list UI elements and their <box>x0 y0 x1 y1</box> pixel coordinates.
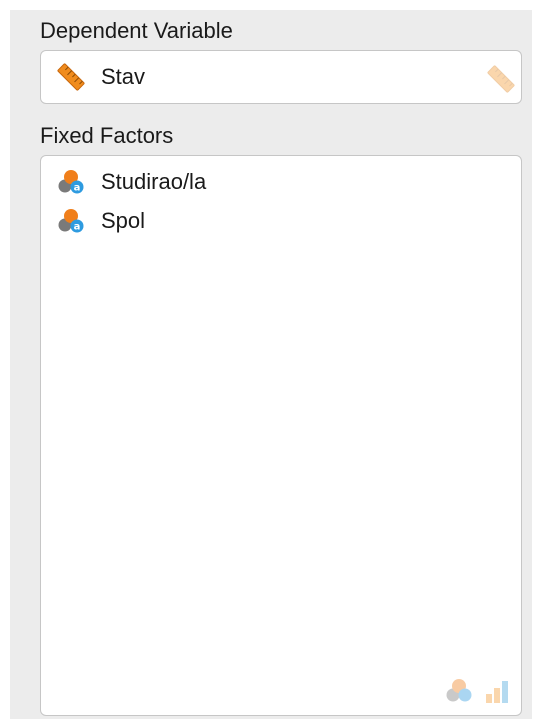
svg-text:a: a <box>74 183 81 194</box>
fixed-factors-box[interactable]: a Studirao/la a Spol <box>40 155 522 716</box>
dependent-variable-name: Stav <box>101 64 146 89</box>
nominal-text-icon: a <box>58 170 84 194</box>
ruler-icon <box>57 63 85 91</box>
ordinal-icon <box>486 681 508 703</box>
fixed-factors-label: Fixed Factors <box>40 123 174 148</box>
dependent-variable-box[interactable]: Stav <box>40 50 522 104</box>
variables-panel: Dependent Variable Stav Fixed Factors a … <box>10 10 532 719</box>
fixed-factor-item[interactable]: a Spol <box>55 205 145 237</box>
fixed-factor-item[interactable]: a Studirao/la <box>55 166 206 198</box>
ruler-icon <box>487 65 515 93</box>
dependent-variable-item[interactable]: Stav <box>55 61 145 93</box>
nominal-text-icon: a <box>58 209 84 233</box>
fixed-factor-name: Spol <box>101 208 146 233</box>
nominal-icon <box>446 679 472 702</box>
fixed-factor-name: Studirao/la <box>101 169 207 194</box>
svg-text:a: a <box>74 222 81 233</box>
dependent-variable-label: Dependent Variable <box>40 18 233 43</box>
